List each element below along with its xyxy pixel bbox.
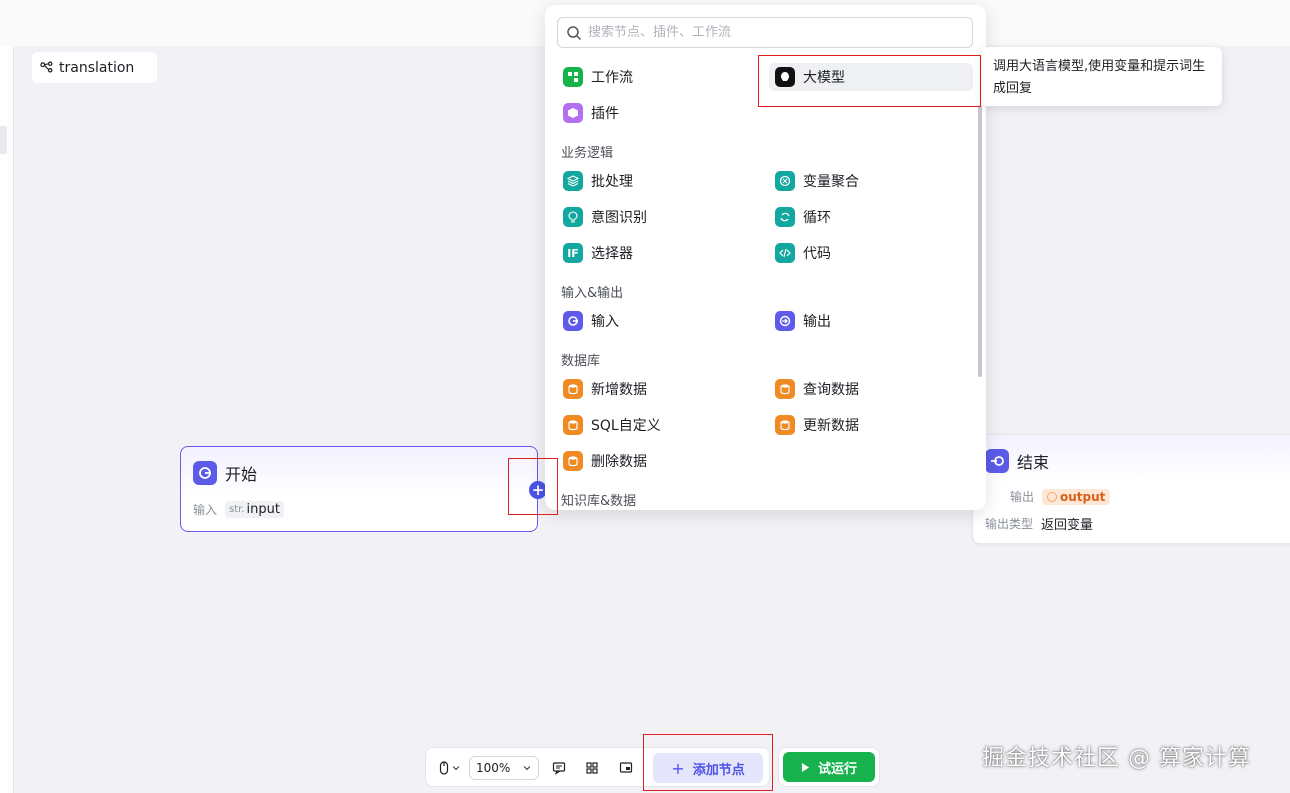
db-query-icon xyxy=(775,379,795,399)
test-run-button[interactable]: 试运行 xyxy=(783,752,875,782)
canvas-toolbar: 100% + 添加节点 xyxy=(425,747,770,787)
node-search[interactable] xyxy=(557,17,973,48)
chevron-down-icon xyxy=(523,766,531,771)
layout-button[interactable] xyxy=(581,756,603,780)
code-icon xyxy=(775,243,795,263)
menu-item-variable-merge[interactable]: 变量聚合 xyxy=(769,167,969,195)
play-icon xyxy=(801,762,810,772)
start-icon xyxy=(193,461,217,485)
param-type: str. xyxy=(229,504,245,515)
left-side-panel xyxy=(0,46,14,793)
llm-icon xyxy=(775,67,795,87)
menu-item-llm[interactable]: 大模型 xyxy=(769,63,973,91)
end-output-type-value: 返回变量 xyxy=(1041,518,1094,533)
add-node-button[interactable]: + 添加节点 xyxy=(653,753,763,783)
start-node-title: 开始 xyxy=(225,465,258,484)
flow-name-tag[interactable]: translation xyxy=(32,52,157,83)
mouse-icon xyxy=(439,761,449,775)
menu-item-db-insert[interactable]: 新增数据 xyxy=(557,375,757,403)
llm-tooltip: 调用大语言模型,使用变量和提示词生成回复 xyxy=(982,47,1222,106)
input-param-pill: str. input xyxy=(225,501,284,518)
db-update-icon xyxy=(775,415,795,435)
interaction-mode-button[interactable] xyxy=(434,756,464,780)
node-picker-panel: 工作流 大模型 插件 业务逻辑 批处理 变量聚合 意图识别 循环 IF 选择器 … xyxy=(545,5,986,510)
end-output-label: 输出 xyxy=(1010,490,1035,504)
menu-item-db-sql[interactable]: SQL自定义 xyxy=(557,411,757,439)
end-icon xyxy=(985,449,1009,473)
menu-item-db-query[interactable]: 查询数据 xyxy=(769,375,969,403)
comment-button[interactable] xyxy=(548,756,570,780)
output-param-pill: output xyxy=(1042,488,1111,505)
menu-item-plugin[interactable]: 插件 xyxy=(557,99,757,127)
section-database: 数据库 xyxy=(561,354,601,369)
menu-item-workflow[interactable]: 工作流 xyxy=(557,63,757,91)
panel-tab[interactable] xyxy=(0,126,7,154)
node-search-input[interactable] xyxy=(588,25,948,40)
menu-item-loop[interactable]: 循环 xyxy=(769,203,969,231)
run-wrapper: 试运行 xyxy=(778,747,880,787)
menu-item-output[interactable]: 输出 xyxy=(769,307,969,335)
menu-item-db-delete[interactable]: 删除数据 xyxy=(557,447,757,475)
chevron-down-icon xyxy=(452,766,460,771)
start-node[interactable]: 开始 输入 str. input xyxy=(180,446,538,532)
end-node[interactable]: 结束 输出 output 输出类型 返回变量 xyxy=(972,434,1290,544)
output-param-name: output xyxy=(1060,489,1106,504)
section-knowledge: 知识库&数据 xyxy=(561,494,637,509)
intent-icon xyxy=(563,207,583,227)
section-input-output: 输入&输出 xyxy=(561,286,624,301)
end-node-title: 结束 xyxy=(1017,453,1050,472)
batch-icon xyxy=(563,171,583,191)
zoom-select[interactable]: 100% xyxy=(469,756,539,780)
variable-merge-icon xyxy=(775,171,795,191)
panel-scrollbar[interactable] xyxy=(978,105,982,377)
menu-item-code[interactable]: 代码 xyxy=(769,239,969,267)
loop-icon xyxy=(775,207,795,227)
search-icon xyxy=(567,25,582,40)
output-icon xyxy=(775,311,795,331)
param-name: input xyxy=(246,502,280,517)
zoom-value: 100% xyxy=(476,761,511,775)
add-node-label: 添加节点 xyxy=(692,762,745,778)
menu-item-selector[interactable]: IF 选择器 xyxy=(557,239,757,267)
db-sql-icon xyxy=(563,415,583,435)
section-business-logic: 业务逻辑 xyxy=(561,146,614,161)
menu-item-input[interactable]: 输入 xyxy=(557,307,757,335)
selector-icon: IF xyxy=(563,243,583,263)
plugin-icon xyxy=(563,103,583,123)
test-run-label: 试运行 xyxy=(817,761,857,777)
flow-name: translation xyxy=(59,59,135,76)
grid-icon xyxy=(586,762,598,774)
menu-item-batch[interactable]: 批处理 xyxy=(557,167,757,195)
db-delete-icon xyxy=(563,451,583,471)
menu-item-db-update[interactable]: 更新数据 xyxy=(769,411,969,439)
workflow-icon xyxy=(40,61,53,73)
comment-icon xyxy=(552,762,566,775)
plus-icon: + xyxy=(671,758,685,778)
minimap-icon xyxy=(619,762,633,773)
db-insert-icon xyxy=(563,379,583,399)
watermark: 掘金技术社区 @ 算家计算 xyxy=(982,746,1251,771)
minimap-button[interactable] xyxy=(615,756,637,780)
end-output-type-label: 输出类型 xyxy=(985,517,1034,531)
start-input-label: 输入 xyxy=(193,503,218,517)
menu-item-intent[interactable]: 意图识别 xyxy=(557,203,757,231)
workflow-icon xyxy=(563,67,583,87)
input-icon xyxy=(563,311,583,331)
